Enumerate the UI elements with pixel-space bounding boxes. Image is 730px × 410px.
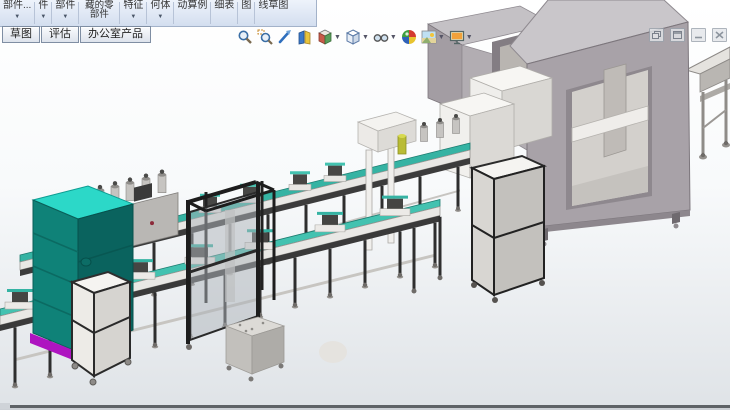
zoom-to-area-icon[interactable] — [256, 29, 274, 45]
cmd-button-label: 图 — [241, 1, 251, 11]
yellow-cylinder — [398, 136, 406, 154]
cmd-button-label: 部件... — [3, 1, 31, 11]
heads-up-toolbar: ▼ ▼ ▼ ▼ ▼ — [236, 29, 476, 45]
status-bar-left-chip — [0, 403, 10, 409]
cmd-button-5[interactable]: 特征 ▼ — [120, 0, 146, 26]
graphics-area[interactable]: ▼ ▼ ▼ ▼ ▼ — [0, 0, 730, 410]
hide-show-items-icon[interactable]: ▼ — [372, 29, 398, 45]
tab-3[interactable]: 办公室产品 — [80, 26, 151, 43]
cmd-button-label: 部件 — [55, 1, 75, 11]
tab-2[interactable]: 评估 — [41, 26, 79, 43]
cmd-button-10[interactable]: 线草图 — [255, 0, 291, 26]
command-manager-ribbon: 部件...▼件▼部件▼藏的零部件特征▼何体▼动算例细表图线草图 — [0, 0, 317, 27]
dropdown-arrow-icon[interactable]: ▼ — [157, 14, 163, 20]
cmd-button-2[interactable]: 件▼ — [35, 0, 51, 26]
cage-panel — [190, 192, 258, 340]
dropdown-arrow-icon[interactable]: ▼ — [334, 34, 341, 41]
dropdown-arrow-icon[interactable]: ▼ — [390, 34, 397, 41]
previous-view-icon[interactable] — [276, 29, 294, 45]
cmd-button-6[interactable]: 何体 ▼ — [147, 0, 173, 26]
window-restore-icon[interactable] — [649, 28, 664, 42]
cmd-button-3[interactable]: 部件 ▼ — [52, 0, 78, 26]
cmd-button-label: 藏的零部件 — [82, 1, 116, 19]
command-manager-tabs: 草图评估办公室产品 — [2, 26, 151, 43]
cmd-button-label: 件 — [38, 1, 48, 11]
cmd-button-label: 线草图 — [258, 1, 288, 11]
dropdown-arrow-icon[interactable]: ▼ — [466, 34, 473, 41]
view-settings-icon[interactable]: ▼ — [448, 29, 474, 45]
window-close-icon[interactable] — [712, 28, 727, 42]
dropdown-arrow-icon[interactable]: ▼ — [130, 14, 136, 20]
cmd-button-7[interactable]: 动算例 — [174, 0, 210, 26]
dropdown-arrow-icon[interactable]: ▼ — [40, 14, 46, 20]
edit-appearance-icon[interactable] — [400, 29, 418, 45]
zoom-to-fit-icon[interactable] — [236, 29, 254, 45]
dropdown-arrow-icon[interactable]: ▼ — [62, 14, 68, 20]
cmd-button-4[interactable]: 藏的零部件 — [79, 0, 119, 26]
model-rack-cabinet[interactable] — [471, 156, 545, 303]
view-orientation-icon[interactable]: ▼ — [316, 29, 342, 45]
model-white-cabinet-front[interactable] — [72, 272, 131, 385]
apply-scene-icon[interactable]: ▼ — [420, 29, 446, 45]
cmd-button-8[interactable]: 细表 — [211, 0, 237, 26]
cmd-button-label: 何体 — [150, 1, 170, 11]
model-control-box[interactable] — [226, 317, 284, 382]
tab-1[interactable]: 草图 — [2, 26, 40, 43]
display-style-icon[interactable]: ▼ — [344, 29, 370, 45]
cmd-button-label: 特征 — [123, 1, 143, 11]
cmd-button-9[interactable]: 图 — [238, 0, 254, 26]
dropdown-arrow-icon[interactable]: ▼ — [362, 34, 369, 41]
cmd-button-label: 细表 — [214, 1, 234, 11]
cmd-button-label: 动算例 — [177, 1, 207, 11]
section-view-icon[interactable] — [296, 29, 314, 45]
model-back-stations[interactable] — [92, 112, 460, 256]
assembly-3d-model[interactable] — [0, 0, 730, 410]
dropdown-arrow-icon[interactable]: ▼ — [14, 14, 20, 20]
document-window-controls — [649, 28, 727, 42]
window-minimize-icon[interactable] — [691, 28, 706, 42]
model-outfeed-conveyor[interactable] — [686, 47, 730, 160]
dropdown-arrow-icon[interactable]: ▼ — [438, 34, 445, 41]
cmd-button-1[interactable]: 部件... ▼ — [0, 0, 34, 26]
window-maximize-icon[interactable] — [670, 28, 685, 42]
